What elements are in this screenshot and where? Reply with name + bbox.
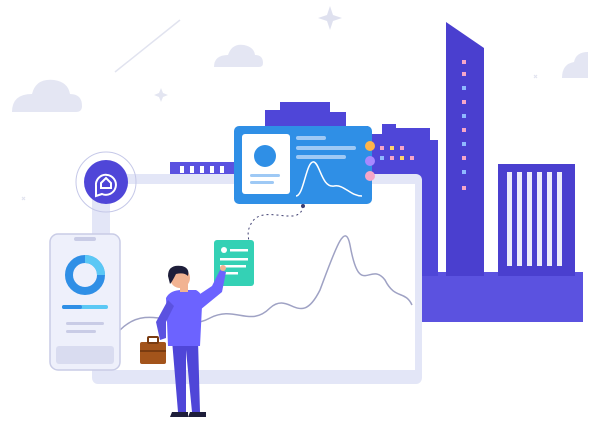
card-photo-line [250,174,280,177]
window [462,60,466,64]
person-legs [172,340,200,412]
badge-circle [84,160,128,204]
phone-line [66,330,96,333]
person-hand [220,265,226,271]
card-dot [365,171,375,181]
card-photo-line [250,181,274,184]
card-line [296,155,346,159]
profile-card-icon [254,145,276,167]
window [462,114,466,118]
cloud-top [214,44,263,67]
card-line [296,136,326,140]
window [462,156,466,160]
window [462,186,466,190]
phone-notch [74,237,96,241]
phone-line [66,322,104,325]
window [462,100,466,104]
sparkle-icon [154,88,168,102]
window [462,142,466,146]
card-line [296,146,356,150]
cloud-right [562,52,588,78]
card-dot [365,141,375,151]
window [462,86,466,90]
sparkle-icon [21,196,26,201]
window [462,170,466,174]
sparkle-icon [533,74,538,79]
cloud-left [12,79,82,112]
hero-illustration [0,0,593,430]
window [462,72,466,76]
window [462,128,466,132]
sparkle-icon [318,6,342,30]
building-base [420,272,583,322]
home-chat-badge [75,151,137,213]
phone-footer [56,346,114,364]
card-dot [365,156,375,166]
person-shoes [170,412,206,417]
phone-mockup [49,233,121,371]
decor-line [114,19,181,73]
